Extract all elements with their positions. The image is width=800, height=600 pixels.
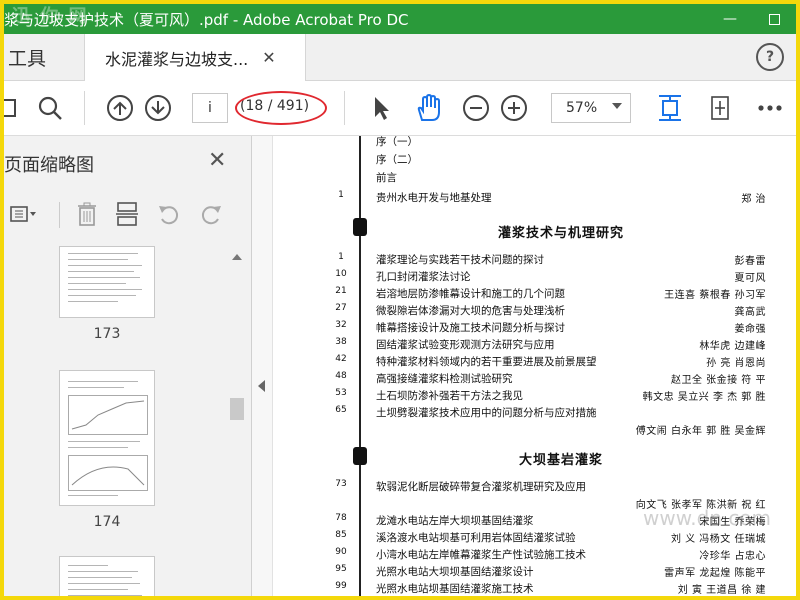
tab-row: 工具 水泥灌浆与边坡支... ✕ ?	[4, 34, 796, 81]
toc-row: 38 固结灌浆试验变形观测方法研究与应用 林华虎 边建峰	[335, 337, 766, 352]
toc-row: 序（一）	[376, 136, 418, 148]
watermark-text: www.dn.com	[643, 506, 772, 530]
thumbnail-label: 173	[93, 326, 121, 342]
toc-row: 99 光照水电站坝基固结灌浆施工技术刘 寅 王道昌 徐 建	[335, 581, 766, 596]
toc-row: 53 土石坝防渗补强若干方法之我见 韩文忠 吴立兴 李 杰 郭 胜	[335, 388, 766, 403]
window-controls: —	[708, 4, 796, 34]
document-page: 序（一） 序（二） 前言 1 贵州水电开发与地基处理 郑 治 灌浆技术与机理研究…	[273, 136, 796, 596]
thumbnail-label: 174	[93, 514, 121, 530]
zoom-select[interactable]: 57%	[551, 93, 631, 123]
bookmark-icon[interactable]	[4, 92, 24, 124]
document-view[interactable]: 序（一） 序（二） 前言 1 贵州水电开发与地基处理 郑 治 灌浆技术与机理研究…	[273, 136, 796, 596]
toc-row: 65 土坝劈裂灌浆技术应用中的问题分析与应对措施	[335, 405, 597, 419]
rotate-left-icon[interactable]	[154, 198, 184, 230]
thumbnail-page[interactable]	[59, 370, 155, 506]
toc-row: 1 灌浆理论与实践若干技术问题的探讨 彭春雷	[338, 252, 766, 267]
section-heading: 大坝基岩灌浆	[518, 453, 603, 468]
watermark-logo: 迅 你 网	[12, 6, 89, 27]
hand-tool-icon[interactable]	[412, 92, 444, 124]
zoom-value: 57%	[566, 100, 598, 116]
close-tab-icon[interactable]: ✕	[262, 48, 275, 67]
toc-row: 1 贵州水电开发与地基处理 郑 治	[338, 190, 766, 205]
help-icon[interactable]: ?	[756, 43, 784, 71]
toc-row: 前言	[376, 172, 397, 184]
minimize-button[interactable]: —	[708, 4, 752, 34]
chevron-down-icon	[612, 103, 622, 109]
panel-toolbar	[4, 198, 251, 232]
toolbar: i (18 / 491) 57%	[4, 81, 796, 136]
toc-row: 95 光照水电站大坝坝基固结灌浆设计 雷声军 龙起煌 陈能平	[335, 564, 766, 579]
scroll-up-icon[interactable]	[232, 254, 242, 260]
toc-row: 序（二）	[376, 154, 418, 166]
toc-row: 73 软弱泥化断层破碎带复合灌浆机理研究及应用	[335, 479, 586, 493]
app-window: 浆与边坡支护技术（夏可风）.pdf - Adobe Acrobat Pro DC…	[0, 0, 800, 600]
toc-row: 42 特种灌浆材料领域内的若干重要进展及前景展望孙 亮 肖恩尚	[335, 354, 766, 369]
title-bar: 浆与边坡支护技术（夏可风）.pdf - Adobe Acrobat Pro DC…	[4, 4, 796, 34]
close-panel-icon[interactable]: ✕	[208, 148, 226, 173]
toc-row: 85 溪洛渡水电站坝基可利用岩体固结灌浆试验刘 义 冯杨文 任瑞城	[335, 530, 766, 545]
toc-row: 48 高强接缝灌浆料检测试验研究 赵卫全 张金接 符 平	[335, 371, 766, 386]
minimize-icon: —	[723, 11, 737, 27]
zoom-in-icon[interactable]	[498, 92, 530, 124]
page-number-input[interactable]: i	[192, 93, 228, 123]
maximize-icon	[768, 13, 780, 25]
toc-row: 32 帷幕搭接设计及施工技术问题分析与探讨 姜命强	[335, 320, 766, 335]
thumbnail-page[interactable]	[59, 556, 155, 596]
next-page-icon[interactable]	[142, 92, 174, 124]
thumbnails-panel: 页面缩略图 ✕ 173 174	[4, 136, 252, 596]
zoom-out-icon[interactable]	[460, 92, 492, 124]
insert-page-icon[interactable]	[112, 198, 142, 230]
thumbnail-scrollbar[interactable]	[228, 246, 246, 596]
select-tool-icon[interactable]	[364, 92, 396, 124]
tab-document[interactable]: 水泥灌浆与边坡支... ✕	[84, 34, 306, 81]
rotate-right-icon[interactable]	[196, 198, 226, 230]
options-menu-icon[interactable]	[6, 198, 42, 230]
more-options-icon[interactable]	[754, 92, 786, 124]
toc-row: 27 微裂隙岩体渗漏对大坝的危害与处理浅析 龚高武	[335, 303, 766, 318]
thumbnail-list: 173 174	[4, 246, 229, 596]
delete-page-icon[interactable]	[72, 198, 102, 230]
toc-row: 10 孔口封闭灌浆法讨论 夏可风	[335, 269, 766, 284]
panel-splitter[interactable]	[252, 136, 273, 596]
fit-page-icon[interactable]	[654, 92, 686, 124]
thumbnail-page[interactable]	[59, 246, 155, 318]
tab-tools-label: 工具	[8, 47, 47, 70]
toc-row: 21 岩溶地层防渗帷幕设计和施工的几个问题 王连喜 蔡根春 孙习军	[335, 286, 766, 301]
tab-document-label: 水泥灌浆与边坡支...	[105, 49, 249, 69]
scrollbar-thumb[interactable]	[230, 398, 244, 420]
tab-tools[interactable]: 工具	[4, 34, 84, 80]
highlight-annotation	[235, 91, 327, 125]
toc-row: 傅文闹 白永年 郭 胜 吴金辉	[635, 426, 766, 437]
section-heading: 灌浆技术与机理研究	[497, 226, 624, 241]
collapse-panel-icon[interactable]	[258, 380, 265, 392]
previous-page-icon[interactable]	[104, 92, 136, 124]
maximize-button[interactable]	[752, 4, 796, 34]
full-screen-icon[interactable]	[704, 92, 736, 124]
toc-row: 90 小湾水电站左岸帷幕灌浆生产性试验施工技术 冷珍华 占忠心	[335, 547, 766, 562]
panel-title: 页面缩略图	[4, 155, 94, 176]
search-icon[interactable]	[34, 92, 66, 124]
